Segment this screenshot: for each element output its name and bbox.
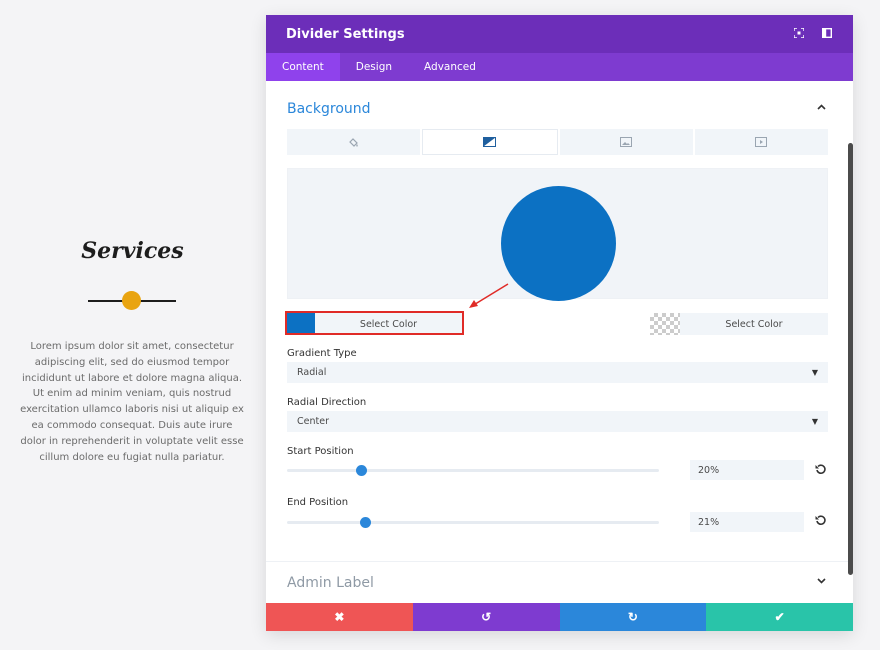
tab-design[interactable]: Design: [340, 53, 408, 81]
end-position-input[interactable]: 21%: [690, 512, 804, 532]
radial-direction-value: Center: [297, 416, 329, 427]
start-position-track[interactable]: [287, 469, 659, 472]
reset-icon[interactable]: [815, 515, 826, 529]
end-position-track[interactable]: [287, 521, 659, 524]
gradient-color-row: Select Color Select Color: [285, 311, 828, 335]
section-divider: [266, 561, 853, 562]
modal-header: Divider Settings: [266, 15, 853, 53]
video-icon[interactable]: [694, 129, 828, 155]
redo-button[interactable]: ↻: [559, 603, 707, 631]
settings-modal: Divider Settings Content Design Advanced…: [266, 15, 853, 631]
start-position-label: Start Position: [287, 446, 354, 457]
split-view-icon[interactable]: [821, 27, 833, 41]
annotation-arrow: [469, 283, 509, 308]
tab-advanced[interactable]: Advanced: [408, 53, 492, 81]
fullscreen-icon[interactable]: [793, 26, 805, 41]
radial-direction-select[interactable]: Center ▼: [287, 411, 828, 432]
admin-label-section-title[interactable]: Admin Label: [287, 575, 374, 591]
radial-direction-label: Radial Direction: [287, 397, 367, 408]
end-color-swatch[interactable]: [650, 313, 680, 335]
scrollbar[interactable]: [848, 143, 853, 575]
end-color-label[interactable]: Select Color: [680, 313, 828, 335]
start-position-knob[interactable]: [355, 465, 367, 476]
gradient-type-select[interactable]: Radial ▼: [287, 362, 828, 383]
tab-content[interactable]: Content: [266, 53, 340, 81]
gradient-icon[interactable]: [422, 129, 558, 155]
preview-divider-dot: [122, 291, 141, 310]
gradient-preview: [287, 168, 828, 301]
gradient-type-value: Radial: [297, 367, 327, 378]
image-icon[interactable]: [559, 129, 693, 155]
caret-down-icon: ▼: [811, 417, 818, 426]
module-preview: Services Lorem ipsum dolor sit amet, con…: [0, 0, 265, 650]
gradient-type-label: Gradient Type: [287, 348, 357, 359]
gradient-circle: [501, 186, 616, 301]
end-position-knob[interactable]: [359, 517, 371, 528]
background-type-tabs: [287, 129, 828, 155]
color-icon[interactable]: [287, 129, 421, 155]
reset-icon[interactable]: [815, 464, 826, 478]
annotation-highlight-box: [285, 311, 464, 335]
end-color-picker[interactable]: Select Color: [650, 313, 828, 335]
caret-down-icon: ▼: [811, 368, 818, 377]
modal-footer: ✖ ↺ ↻ ✔: [266, 603, 853, 631]
chevron-down-icon[interactable]: [817, 575, 826, 587]
chevron-up-icon[interactable]: [817, 101, 826, 113]
preview-title: Services: [81, 238, 184, 264]
preview-body-text: Lorem ipsum dolor sit amet, consectetur …: [20, 341, 244, 463]
cancel-button[interactable]: ✖: [266, 603, 413, 631]
start-position-input[interactable]: 20%: [690, 460, 804, 480]
end-position-label: End Position: [287, 497, 349, 508]
save-button[interactable]: ✔: [706, 603, 853, 631]
background-section-title[interactable]: Background: [287, 101, 371, 117]
modal-title: Divider Settings: [286, 26, 405, 42]
modal-tabs: Content Design Advanced: [266, 53, 853, 81]
undo-button[interactable]: ↺: [412, 603, 560, 631]
